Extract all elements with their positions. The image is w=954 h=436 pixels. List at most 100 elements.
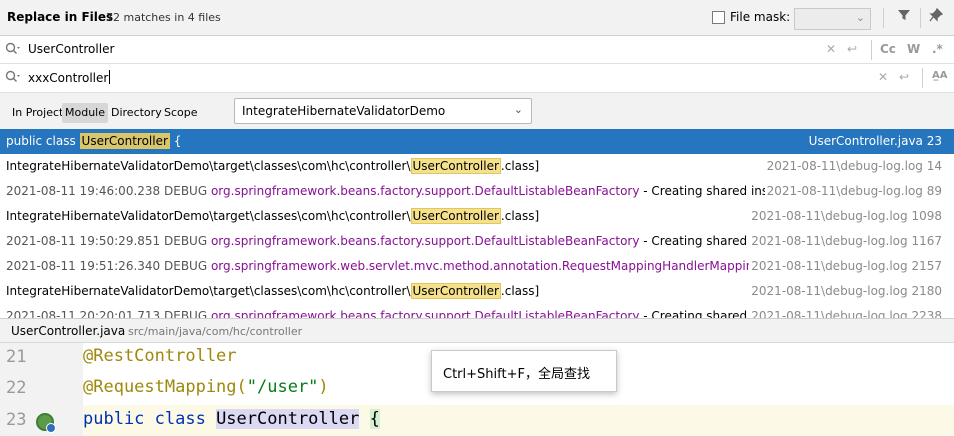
result-row[interactable]: 2021-08-11 19:50:29.851 DEBUG org.spring… — [0, 229, 954, 254]
whole-words-toggle[interactable]: W — [907, 42, 920, 56]
result-prefix: IntegrateHibernateValidatorDemo\target\c… — [6, 159, 411, 173]
find-input[interactable]: UserController — [28, 42, 114, 56]
result-suffix: .class] — [500, 159, 540, 173]
result-location: UserController.java 23 — [806, 129, 942, 154]
result-row[interactable]: IntegrateHibernateValidatorDemo\target\c… — [0, 154, 954, 179]
tooltip-text: Ctrl+Shift+F，全局查找 — [443, 367, 590, 382]
result-prefix: IntegrateHibernateValidatorDemo\target\c… — [6, 284, 411, 298]
code-class-name: UserController — [216, 409, 360, 429]
result-text: 2021-08-11 20:20:01.713 DEBUG org.spring… — [6, 304, 785, 318]
code-line: public class UserController { — [83, 409, 380, 429]
separator — [871, 40, 872, 60]
result-text: 2021-08-11 19:50:29.851 DEBUG org.spring… — [6, 229, 785, 254]
log-time: 2021-08-11 19:46:00.238 — [6, 184, 161, 198]
code-annotation: @RestController — [83, 346, 237, 366]
shortcut-tooltip: Ctrl+Shift+F，全局查找 — [431, 350, 617, 392]
replace-icon — [5, 70, 21, 87]
file-mask-label: File mask: — [730, 10, 791, 24]
result-row[interactable]: IntegrateHibernateValidatorDemo\target\c… — [0, 204, 954, 229]
match-highlight: UserController — [410, 208, 501, 224]
log-level: DEBUG — [164, 234, 208, 248]
find-field[interactable]: UserController ✕ ↩ Cc W .* — [0, 36, 954, 64]
log-package: org.springframework.web.servlet.mvc.meth… — [210, 259, 761, 273]
replace-field[interactable]: xxxController ✕ ↩ A̲A — [0, 64, 954, 93]
regex-toggle[interactable]: .* — [932, 42, 943, 56]
result-row[interactable]: public class UserController { UserContro… — [0, 129, 954, 154]
replace-input[interactable]: xxxController — [28, 70, 111, 85]
result-location: 2021-08-11\debug-log.log 1167 — [749, 229, 942, 254]
log-level: DEBUG — [164, 309, 208, 318]
line-number: 22 — [6, 378, 27, 398]
line-number: 23 — [6, 410, 27, 430]
result-location: 2021-08-11\debug-log.log 2180 — [749, 279, 942, 304]
preview-file-name: UserController.java — [11, 324, 126, 338]
code-paren: ) — [318, 377, 329, 397]
module-select-value: IntegrateHibernateValidatorDemo — [242, 104, 446, 118]
clear-icon[interactable]: ✕ — [826, 42, 836, 56]
chevron-down-icon: ⌄ — [513, 103, 523, 116]
result-location: 2021-08-11\debug-log.log 89 — [764, 179, 942, 204]
result-suffix: .class] — [500, 209, 540, 223]
code-string: "/user" — [246, 377, 319, 397]
tab-in-project[interactable]: In Project — [9, 103, 66, 123]
spring-bean-icon[interactable] — [36, 413, 56, 433]
result-row[interactable]: 2021-08-11 19:51:26.340 DEBUG org.spring… — [0, 254, 954, 279]
result-text: IntegrateHibernateValidatorDemo\target\c… — [6, 154, 539, 179]
log-time: 2021-08-11 19:51:26.340 — [6, 259, 161, 273]
dialog-header: Replace in Files 72 matches in 4 files F… — [0, 0, 954, 36]
file-mask-checkbox[interactable] — [712, 11, 725, 24]
result-text: 2021-08-11 19:46:00.238 DEBUG org.spring… — [6, 179, 802, 204]
pin-icon[interactable] — [926, 7, 946, 28]
code-line: @RequestMapping("/user") — [83, 377, 329, 397]
preserve-case-toggle[interactable]: A̲A — [932, 70, 947, 81]
code-keyword: public class — [83, 409, 217, 429]
tab-directory[interactable]: Directory — [108, 103, 165, 123]
result-text: public class UserController { — [6, 129, 181, 154]
code-line: @RestController — [83, 346, 237, 366]
code-brace: { — [369, 409, 380, 429]
match-highlight: UserController — [410, 158, 501, 174]
chevron-down-icon: ⌄ — [855, 11, 865, 24]
tab-scope[interactable]: Scope — [161, 103, 201, 123]
result-text: IntegrateHibernateValidatorDemo\target\c… — [6, 279, 539, 304]
result-suffix: { — [169, 134, 182, 148]
new-line-icon[interactable]: ↩ — [899, 70, 909, 84]
result-location: 2021-08-11\debug-log.log 14 — [764, 154, 942, 179]
log-time: 2021-08-11 19:50:29.851 — [6, 234, 161, 248]
result-location: 2021-08-11\debug-log.log 1098 — [749, 204, 942, 229]
separator — [883, 8, 884, 28]
line-number: 21 — [6, 347, 27, 367]
result-prefix: public class — [6, 134, 80, 148]
module-select[interactable]: IntegrateHibernateValidatorDemo ⌄ — [234, 98, 532, 124]
preview-header: UserController.java src/main/java/com/hc… — [0, 318, 954, 343]
log-time: 2021-08-11 20:20:01.713 — [6, 309, 161, 318]
replace-input-text: xxxController — [28, 71, 109, 85]
file-mask-combo[interactable]: ⌄ — [794, 8, 871, 30]
result-text: IntegrateHibernateValidatorDemo\target\c… — [6, 204, 539, 229]
result-location: 2021-08-11\debug-log.log 2157 — [749, 254, 942, 279]
log-package: org.springframework.beans.factory.suppor… — [210, 184, 640, 198]
separator — [922, 68, 923, 88]
tab-module[interactable]: Module — [62, 103, 108, 123]
result-row[interactable]: IntegrateHibernateValidatorDemo\target\c… — [0, 279, 954, 304]
text-caret — [109, 70, 111, 84]
filter-icon[interactable] — [894, 8, 914, 28]
result-row[interactable]: 2021-08-11 20:20:01.713 DEBUG org.spring… — [0, 304, 954, 318]
separator — [920, 8, 921, 28]
result-prefix: IntegrateHibernateValidatorDemo\target\c… — [6, 209, 411, 223]
result-text: 2021-08-11 19:51:26.340 DEBUG org.spring… — [6, 254, 783, 279]
clear-icon[interactable]: ✕ — [878, 70, 888, 84]
match-summary: 72 matches in 4 files — [106, 11, 221, 24]
log-level: DEBUG — [164, 259, 208, 273]
code-annotation: @RequestMapping( — [83, 377, 247, 397]
match-case-toggle[interactable]: Cc — [880, 42, 896, 56]
result-location: 2021-08-11\debug-log.log 2238 — [749, 304, 942, 318]
match-highlight: UserController — [79, 133, 170, 149]
log-level: DEBUG — [164, 184, 208, 198]
results-list[interactable]: public class UserController { UserContro… — [0, 129, 954, 318]
search-icon — [5, 42, 21, 59]
result-row[interactable]: 2021-08-11 19:46:00.238 DEBUG org.spring… — [0, 179, 954, 204]
dialog-title: Replace in Files — [7, 10, 114, 24]
preview-file-path: src/main/java/com/hc/controller — [128, 325, 303, 338]
new-line-icon[interactable]: ↩ — [847, 42, 857, 56]
